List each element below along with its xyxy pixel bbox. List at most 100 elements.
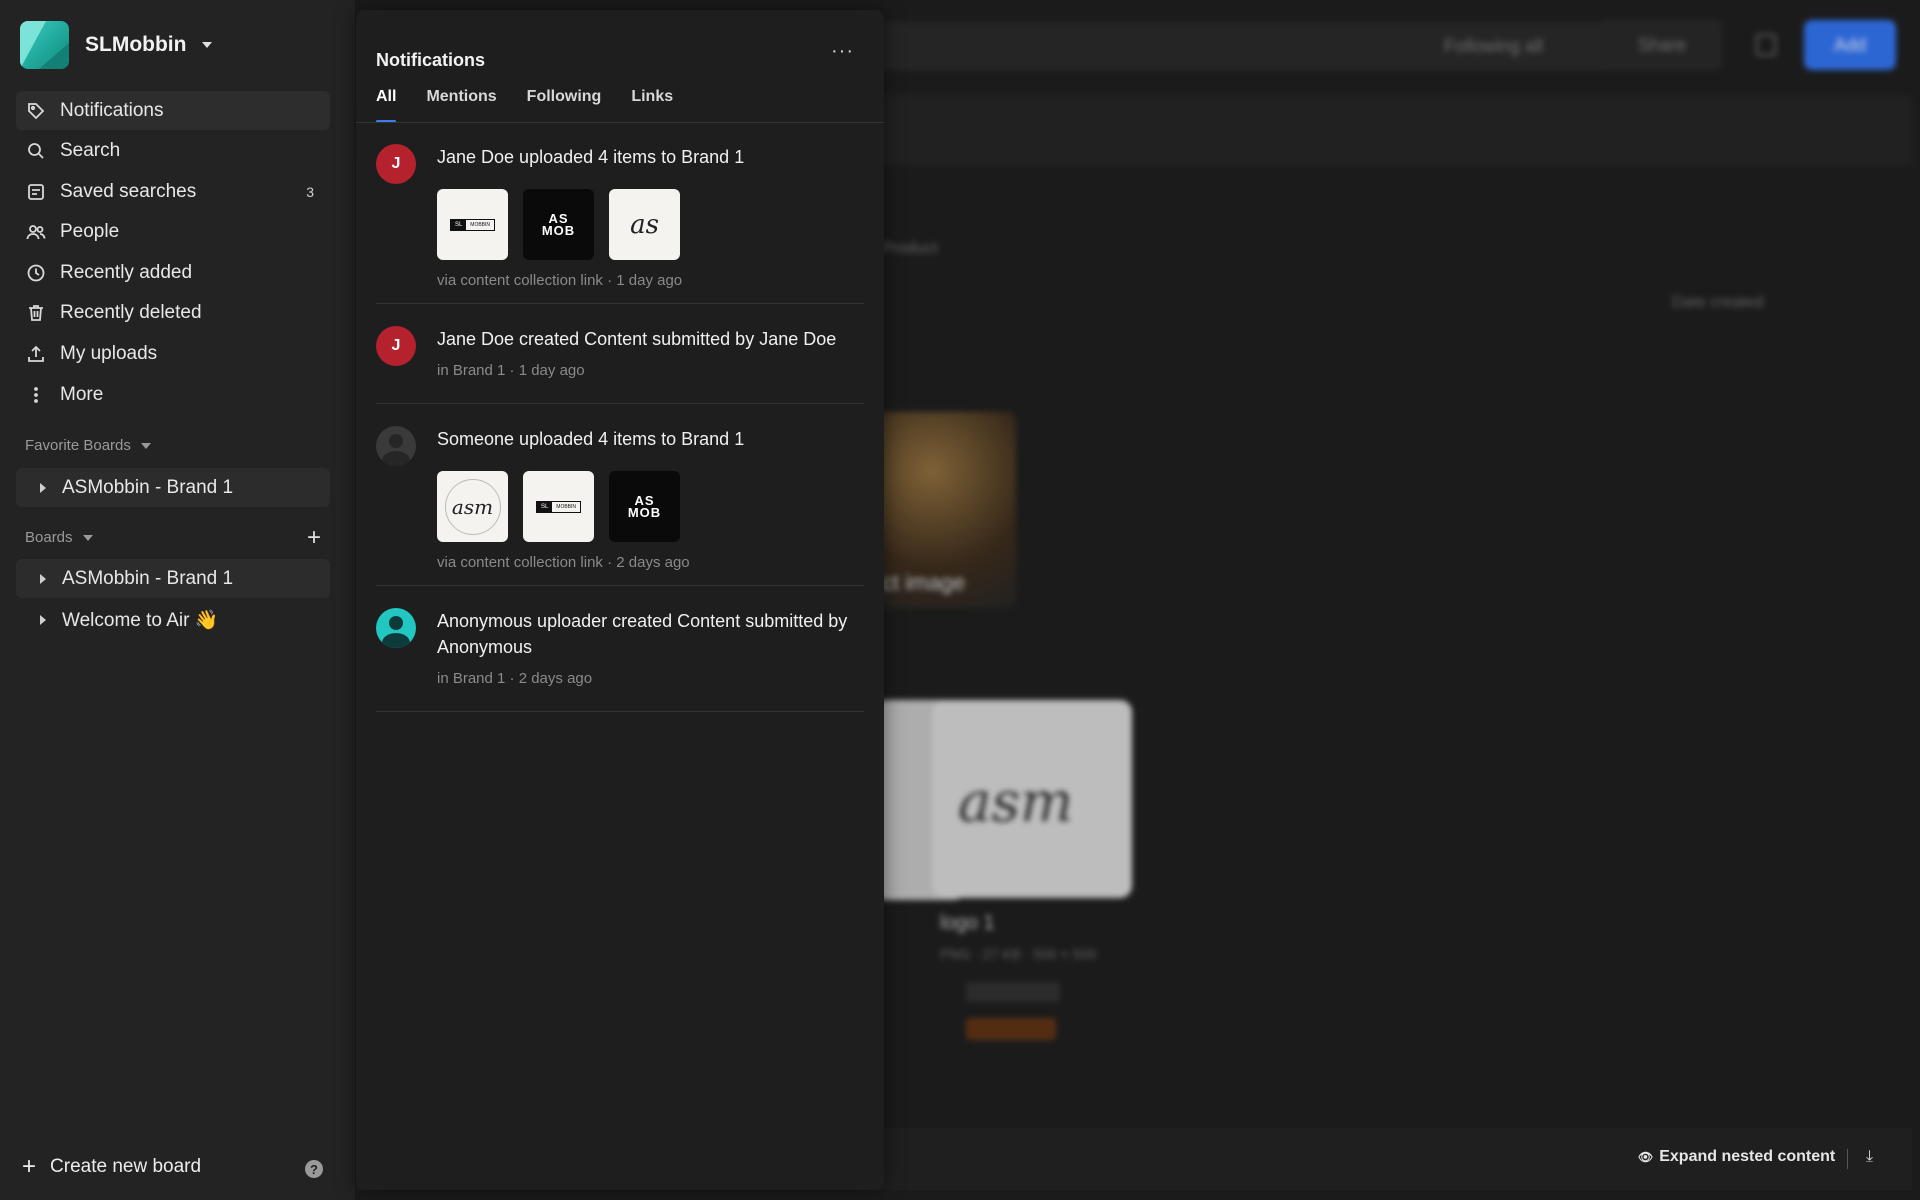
sidebar-item-label: Recently added [60, 261, 193, 283]
notification-meta: via content collection link · 1 day ago [437, 272, 683, 289]
sl-mobbin-logo: SL MOBBIN [535, 500, 582, 513]
copy-icon [1756, 34, 1776, 56]
notification-text: Jane Doe created Content submitted by Ja… [437, 329, 837, 349]
board-item-asmobbin[interactable]: ASMobbin - Brand 1 [16, 559, 330, 598]
expand-nested-content-label: Expand nested content [1659, 1148, 1836, 1165]
notification-divider [376, 303, 864, 304]
notification-divider [376, 403, 864, 404]
notification-text: Jane Doe uploaded 4 items to Brand 1 [437, 147, 745, 167]
tabs-divider [356, 122, 884, 123]
asset-thumbnail[interactable]: AS MOB [523, 189, 594, 260]
upload-icon [26, 344, 46, 364]
sidebar-item-recently-deleted[interactable]: Recently deleted [16, 294, 330, 333]
tab-following[interactable]: Following [527, 88, 602, 120]
thumbnail-row: SL MOBBIN AS MOB as [437, 189, 680, 260]
asset-thumbnail[interactable]: as [609, 189, 680, 260]
download-icon[interactable]: ⤓ [1866, 1148, 1873, 1166]
asset-photo-title: ct image [882, 570, 966, 595]
logo-text: MOBBIN [470, 221, 491, 228]
chevron-right-icon[interactable] [40, 614, 46, 625]
logo-text: SL [450, 219, 467, 230]
asset-date-chip [966, 982, 1060, 1002]
toolbar-divider [1847, 1149, 1848, 1169]
avatar [376, 608, 416, 648]
chevron-down-icon [140, 442, 151, 449]
tab-mentions[interactable]: Mentions [426, 88, 496, 120]
favorite-board-item[interactable]: ASMobbin - Brand 1 [16, 468, 330, 507]
asmob-logo: AS MOB [542, 212, 575, 237]
asset-status-tag [966, 1018, 1056, 1040]
board-item-label: ASMobbin - Brand 1 [62, 476, 234, 498]
trash-icon [26, 303, 46, 323]
notification-item[interactable]: Someone uploaded 4 items to Brand 1 asm … [376, 426, 864, 586]
asmob-logo: AS MOB [627, 494, 662, 520]
notification-item[interactable]: Anonymous uploader created Content submi… [376, 608, 864, 708]
sidebar-item-label: People [60, 221, 120, 243]
add-button: Add [1804, 20, 1896, 70]
asset-card-title: logo 1 [940, 912, 995, 934]
avatar: J [376, 144, 416, 184]
sidebar-item-my-uploads[interactable]: My uploads [16, 335, 330, 374]
sl-mobbin-logo: SL MOBBIN [449, 218, 496, 231]
chevron-right-icon[interactable] [40, 573, 46, 584]
asset-thumbnail[interactable]: SL MOBBIN [437, 189, 508, 260]
tag-icon [26, 101, 46, 121]
clock-icon [26, 263, 46, 283]
chevron-right-icon[interactable] [40, 482, 46, 493]
create-new-board-button[interactable]: + Create new board [22, 1155, 201, 1179]
sidebar-item-people[interactable]: People [16, 213, 330, 252]
chevron-down-icon [82, 534, 93, 541]
plus-icon: + [22, 1153, 37, 1180]
board-item-label: Welcome to Air 👋 [62, 609, 219, 631]
boards-toggle[interactable]: Boards [25, 529, 93, 546]
sidebar-item-label: My uploads [60, 343, 158, 365]
asm-circle-logo: asm [444, 478, 501, 535]
notification-meta: via content collection link · 2 days ago [437, 554, 690, 571]
workspace-switcher[interactable]: SLMobbin [20, 21, 213, 69]
boards-label: Boards [25, 529, 73, 546]
logo-text: asm [451, 494, 494, 519]
add-board-button[interactable]: + [303, 526, 325, 550]
saved-search-icon [26, 182, 46, 202]
workspace-name: SLMobbin [85, 33, 187, 56]
sidebar-item-label: Saved searches [60, 180, 197, 202]
chevron-down-icon [202, 42, 213, 48]
sidebar-item-saved-searches[interactable]: Saved searches 3 [16, 172, 330, 211]
sidebar-item-label: Search [60, 140, 121, 162]
logo-text: MOBBIN [556, 503, 577, 510]
notification-meta: in Brand 1 · 2 days ago [437, 670, 593, 687]
saved-searches-count: 3 [306, 183, 314, 200]
tab-links[interactable]: Links [631, 88, 673, 120]
asset-card-meta: PNG · 27 KB · 500 × 500 [940, 946, 1097, 962]
sidebar-item-more[interactable]: More [16, 375, 330, 414]
more-horizontal-icon[interactable]: ··· [831, 40, 854, 63]
sidebar-item-search[interactable]: Search [16, 132, 330, 171]
board-item-welcome[interactable]: Welcome to Air 👋 [16, 600, 330, 639]
board-item-label: ASMobbin - Brand 1 [62, 567, 234, 589]
expand-nested-content-button[interactable]: 👁 Expand nested content [1638, 1148, 1835, 1166]
notification-item[interactable]: J Jane Doe uploaded 4 items to Brand 1 S… [376, 144, 864, 304]
breadcrumb-product: Product [882, 240, 938, 257]
notification-divider [376, 585, 864, 586]
asset-thumbnail[interactable]: SL MOBBIN [523, 471, 594, 542]
logo-text: MOB [627, 504, 662, 520]
sidebar-item-label: More [60, 383, 104, 405]
sidebar-item-recently-added[interactable]: Recently added [16, 253, 330, 292]
search-icon [26, 141, 46, 161]
notification-item[interactable]: J Jane Doe created Content submitted by … [376, 326, 864, 406]
sidebar-item-notifications[interactable]: Notifications [16, 91, 330, 130]
notifications-panel: Notifications ··· All Mentions Following… [356, 10, 884, 1190]
people-icon [26, 222, 46, 242]
sidebar: SLMobbin Notifications Search Saved sear… [0, 0, 355, 1200]
thumbnail-row: asm SL MOBBIN AS MOB [437, 471, 680, 542]
logo-text: SL [536, 501, 553, 512]
notifications-title: Notifications [376, 50, 486, 70]
asset-thumbnail[interactable]: asm [437, 471, 508, 542]
help-icon[interactable]: ? [305, 1160, 323, 1178]
avatar [376, 426, 416, 466]
notification-text: Anonymous uploader created Content submi… [437, 611, 848, 657]
tab-all[interactable]: All [376, 88, 397, 123]
asset-thumbnail[interactable]: AS MOB [609, 471, 680, 542]
favorite-boards-toggle[interactable]: Favorite Boards [25, 437, 151, 454]
asset-card-logo-text: asm [958, 770, 1074, 835]
